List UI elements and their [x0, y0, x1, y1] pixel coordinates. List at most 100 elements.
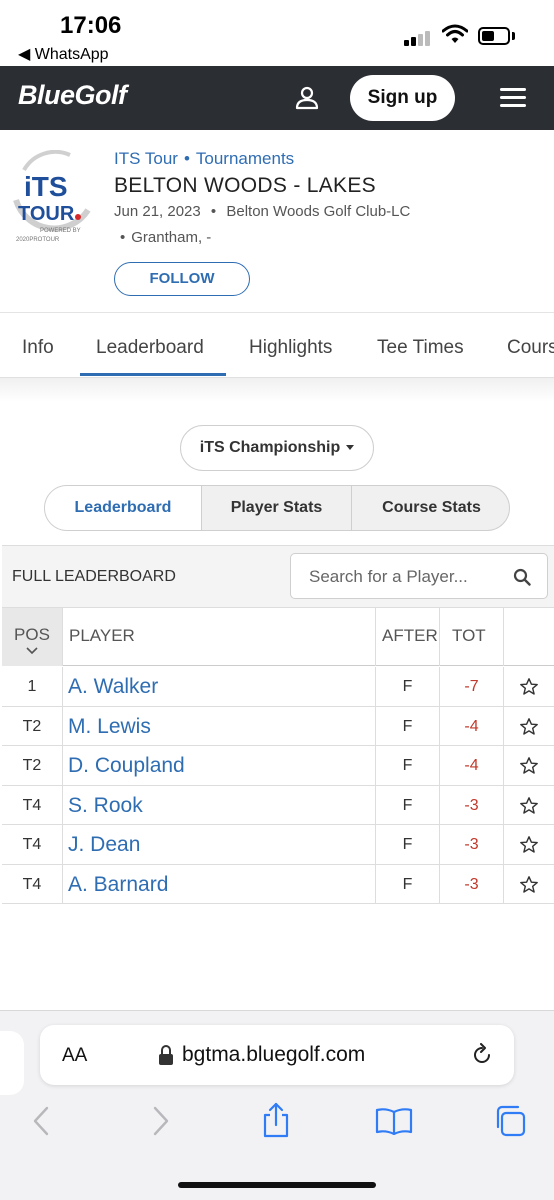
row-total: -3	[440, 785, 504, 825]
column-favorite	[504, 608, 554, 666]
wifi-icon	[442, 24, 468, 43]
reload-icon[interactable]	[470, 1043, 494, 1067]
follow-button[interactable]: FOLLOW	[114, 262, 250, 296]
segment-player-stats[interactable]: Player Stats	[201, 486, 351, 530]
back-to-app-link[interactable]: ◀ WhatsApp	[18, 44, 109, 64]
tournament-date: Jun 21, 2023	[114, 203, 201, 220]
row-after: F	[376, 785, 440, 825]
caret-down-icon	[346, 445, 355, 451]
table-row[interactable]: T2 M. Lewis F -4	[2, 706, 554, 746]
table-row[interactable]: T4 J. Dean F -3	[2, 825, 554, 865]
segment-course-stats[interactable]: Course Stats	[351, 486, 509, 530]
row-player-link[interactable]: J. Dean	[63, 825, 376, 864]
tabs-icon[interactable]	[494, 1105, 528, 1137]
row-after: F	[376, 746, 440, 785]
svg-text:2020PROTOUR: 2020PROTOUR	[16, 237, 60, 242]
row-total: -3	[440, 864, 504, 904]
row-after: F	[376, 706, 440, 746]
svg-text:iTS: iTS	[24, 171, 68, 202]
row-after: F	[376, 825, 440, 864]
event-dropdown-value: iTS Championship	[199, 439, 341, 456]
status-time: 17:06	[60, 12, 122, 39]
row-position: T2	[2, 746, 63, 785]
tournament-venue: Belton Woods Golf Club-LC	[226, 203, 411, 220]
leaderboard-header: FULL LEADERBOARD Search for a Player...	[2, 546, 554, 608]
user-icon[interactable]	[294, 85, 320, 111]
svg-text:POWERED BY: POWERED BY	[40, 228, 81, 234]
leaderboard-view-segments: Leaderboard Player Stats Course Stats	[44, 485, 510, 531]
tab-leaderboard[interactable]: Leaderboard	[96, 337, 204, 359]
breadcrumb: ITS Tour • Tournaments	[114, 149, 295, 168]
tab-tee-times[interactable]: Tee Times	[377, 337, 464, 359]
app-header: BlueGolf Sign up	[0, 66, 554, 130]
favorite-star-icon[interactable]	[504, 707, 554, 746]
home-indicator	[178, 1182, 376, 1188]
tab-course[interactable]: Cours	[507, 337, 554, 359]
table-row[interactable]: T2 D. Coupland F -4	[2, 746, 554, 786]
lock-icon	[159, 1045, 173, 1065]
hamburger-menu-icon[interactable]	[500, 88, 526, 108]
favorite-star-icon[interactable]	[504, 786, 554, 825]
table-row[interactable]: 1 A. Walker F -7	[2, 667, 554, 707]
tournament-info: iTS TOUR POWERED BY 2020PROTOUR ITS Tour…	[0, 130, 554, 312]
row-player-link[interactable]: D. Coupland	[63, 746, 376, 785]
row-player-link[interactable]: S. Rook	[63, 785, 376, 825]
tab-highlights[interactable]: Highlights	[249, 337, 332, 359]
tab-info[interactable]: Info	[22, 337, 54, 359]
its-tour-logo: iTS TOUR POWERED BY 2020PROTOUR	[13, 150, 91, 242]
row-position: T4	[2, 825, 63, 864]
search-placeholder: Search for a Player...	[309, 567, 468, 586]
bookmarks-icon[interactable]	[375, 1107, 413, 1135]
column-player: PLAYER	[63, 608, 376, 666]
event-dropdown[interactable]: iTS Championship	[180, 425, 374, 471]
favorite-star-icon[interactable]	[504, 825, 554, 864]
previous-tab-preview[interactable]	[0, 1031, 24, 1095]
row-after: F	[376, 864, 440, 904]
leaderboard-column-headers: POS PLAYER AFTER TOT	[2, 608, 554, 666]
table-row[interactable]: T4 A. Barnard F -3	[2, 864, 554, 904]
breadcrumb-tournaments[interactable]: Tournaments	[196, 149, 294, 168]
tournament-title: BELTON WOODS - LAKES	[114, 174, 376, 197]
forward-arrow-icon[interactable]	[150, 1105, 172, 1137]
share-icon[interactable]	[260, 1101, 292, 1139]
browser-toolbar: AA bgtma.bluegolf.com	[0, 1010, 554, 1200]
row-total: -4	[440, 706, 504, 746]
player-search-input[interactable]: Search for a Player...	[290, 553, 548, 599]
tournament-tabs: Info Leaderboard Highlights Tee Times Co…	[0, 312, 554, 378]
svg-text:TOUR: TOUR	[18, 203, 75, 225]
segment-leaderboard[interactable]: Leaderboard	[45, 486, 201, 530]
search-icon[interactable]	[513, 568, 531, 586]
column-after: AFTER	[376, 608, 440, 666]
battery-icon	[478, 27, 510, 45]
back-arrow-icon[interactable]	[30, 1105, 52, 1137]
status-bar: 17:06 ◀ WhatsApp	[0, 0, 554, 66]
bluegolf-logo[interactable]: BlueGolf	[18, 80, 127, 111]
tournament-location-line: • Grantham, -	[120, 229, 212, 246]
chevron-down-icon	[26, 647, 38, 655]
leaderboard-title: FULL LEADERBOARD	[12, 568, 176, 585]
active-tab-indicator	[80, 373, 226, 376]
breadcrumb-its-tour[interactable]: ITS Tour	[114, 149, 178, 168]
favorite-star-icon[interactable]	[504, 865, 554, 904]
row-position: T4	[2, 785, 63, 825]
row-player-link[interactable]: A. Walker	[63, 667, 376, 706]
row-position: T2	[2, 706, 63, 746]
row-position: 1	[2, 667, 63, 706]
signup-button[interactable]: Sign up	[350, 75, 455, 121]
row-total: -3	[440, 825, 504, 864]
column-pos[interactable]: POS	[2, 608, 63, 666]
url-text: bgtma.bluegolf.com	[182, 1043, 366, 1066]
row-after: F	[376, 667, 440, 706]
tournament-location: Grantham, -	[131, 229, 212, 246]
column-tot: TOT	[440, 608, 504, 666]
reader-aa-button[interactable]: AA	[62, 1045, 87, 1067]
row-player-link[interactable]: M. Lewis	[63, 706, 376, 746]
row-total: -7	[440, 667, 504, 706]
favorite-star-icon[interactable]	[504, 667, 554, 706]
favorite-star-icon[interactable]	[504, 746, 554, 785]
table-row[interactable]: T4 S. Rook F -3	[2, 785, 554, 825]
row-position: T4	[2, 864, 63, 904]
cellular-signal-icon	[404, 30, 434, 46]
address-bar[interactable]: AA bgtma.bluegolf.com	[40, 1025, 514, 1085]
row-player-link[interactable]: A. Barnard	[63, 864, 376, 904]
